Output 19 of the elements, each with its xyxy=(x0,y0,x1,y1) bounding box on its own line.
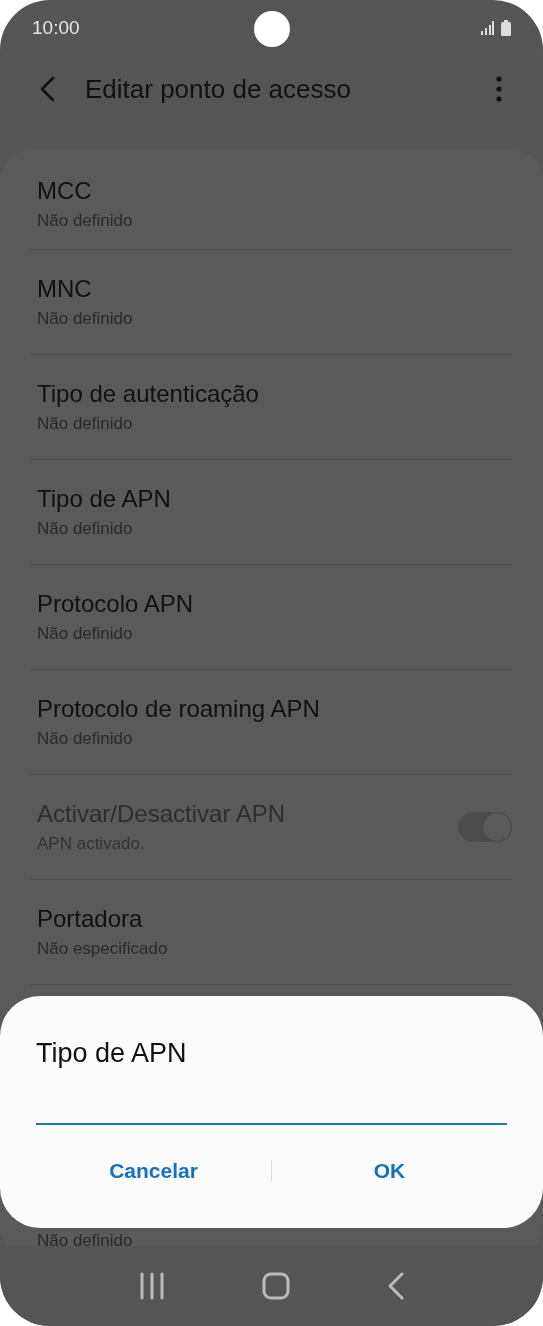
setting-title: MNC xyxy=(37,275,93,303)
setting-title: Protocolo de roaming APN xyxy=(37,695,321,723)
dialog-button[interactable]: Cancelar xyxy=(36,1153,271,1189)
status-time: 10:00 xyxy=(32,17,80,39)
dialog-button[interactable]: OK xyxy=(272,1153,507,1189)
camera-hole xyxy=(254,11,290,47)
recent-apps-icon[interactable] xyxy=(138,1272,165,1300)
battery-icon xyxy=(501,20,511,36)
dialog-title: Tipo de APN xyxy=(36,1038,188,1069)
setting-title: Tipo de autenticação xyxy=(37,380,260,408)
setting-title: Protocolo APN xyxy=(37,590,195,618)
back-icon[interactable] xyxy=(386,1272,405,1300)
setting-title: Portadora xyxy=(37,905,144,933)
home-icon[interactable] xyxy=(261,1272,290,1300)
signal-icon xyxy=(480,21,494,35)
more-options-icon[interactable] xyxy=(495,76,503,102)
setting-title: Tipo de APN xyxy=(37,485,172,513)
screen-title: Editar ponto de acesso xyxy=(85,73,352,105)
setting-title: MCC xyxy=(37,176,93,205)
